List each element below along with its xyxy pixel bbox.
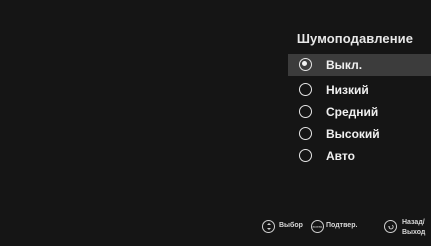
option-label: Авто [326,149,355,163]
footer-select-label: Выбор [279,222,303,229]
enter-button-icon: ENTER [311,220,324,233]
return-arrow-icon [387,224,394,230]
footer-back-hint: Назад/ Выход [384,216,430,238]
option-low[interactable]: Низкий [288,79,431,101]
radio-empty-icon [299,127,312,140]
footer-back-label-line1: Назад/ [402,219,425,226]
radio-empty-icon [299,149,312,162]
footer-confirm-hint: ENTER Подтвер. [311,216,375,238]
option-label: Низкий [326,83,369,97]
footer-back-label-line2: Выход [402,229,426,236]
return-button-icon [384,220,397,233]
footer-confirm-label: Подтвер. [326,222,358,229]
radio-empty-icon [299,105,312,118]
option-label: Средний [326,105,379,119]
tv-menu-screen: Шумоподавление Выкл. Низкий Средний Высо… [0,0,431,246]
option-label: Выкл. [326,58,363,72]
up-down-nav-icon [262,220,275,233]
option-medium[interactable]: Средний [288,101,431,123]
radio-selected-icon [299,58,312,71]
enter-icon-text: ENTER [312,224,323,229]
option-high[interactable]: Высокий [288,123,431,145]
menu-title: Шумоподавление [296,31,414,46]
radio-empty-icon [299,83,312,96]
option-off[interactable]: Выкл. [288,54,431,76]
footer-select-hint: Выбор [262,216,312,238]
option-auto[interactable]: Авто [288,145,431,167]
option-label: Высокий [326,127,380,141]
noise-reduction-menu: Шумоподавление Выкл. Низкий Средний Высо… [288,0,431,246]
